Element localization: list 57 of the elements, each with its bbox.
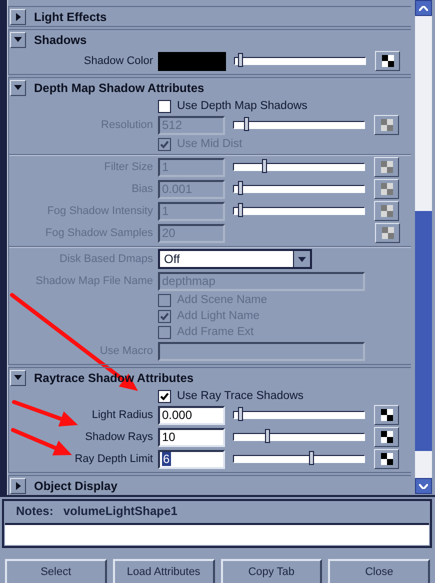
checker-icon — [380, 161, 392, 173]
slider-thumb[interactable] — [265, 429, 270, 443]
annotation-arrow — [11, 428, 72, 456]
expand-toggle[interactable] — [10, 80, 26, 96]
checkbox-label: Use Ray Trace Shadows — [177, 390, 304, 402]
checker-icon — [380, 431, 392, 443]
slider-thumb[interactable] — [238, 407, 243, 421]
number-field[interactable]: 6 — [158, 450, 225, 468]
caret-down-icon — [14, 85, 22, 90]
section-title: Shadows — [34, 32, 87, 46]
checker-icon — [380, 119, 392, 131]
slider-thumb[interactable] — [238, 53, 242, 67]
map-button[interactable] — [374, 427, 399, 447]
field-label: Light Radius — [90, 409, 153, 421]
field-label: Ray Depth Limit — [74, 453, 153, 465]
checker-icon — [380, 205, 392, 217]
map-button[interactable] — [374, 449, 399, 469]
checker-icon — [380, 409, 392, 421]
number-field[interactable]: 10 — [158, 428, 225, 446]
scrollbar[interactable] — [415, 0, 432, 494]
expand-toggle[interactable] — [10, 478, 26, 494]
slider-thumb[interactable] — [309, 451, 314, 465]
checkbox[interactable] — [158, 390, 171, 402]
caret-icon — [298, 256, 306, 262]
caret-right-icon — [16, 12, 20, 20]
checker-icon — [382, 55, 394, 67]
expand-toggle[interactable] — [10, 8, 26, 24]
node-name: volumeLightShape1 — [63, 504, 178, 518]
map-button[interactable] — [375, 51, 400, 71]
caret-right-icon — [16, 482, 20, 490]
action-button[interactable]: Copy Tab — [220, 559, 322, 583]
map-button[interactable] — [374, 405, 399, 425]
expand-toggle[interactable] — [10, 32, 26, 48]
number-field[interactable]: 0.000 — [158, 406, 225, 424]
color-swatch[interactable] — [158, 52, 226, 70]
caret-down-icon — [14, 37, 22, 42]
checkbox-label: Use Depth Map Shadows — [177, 100, 308, 112]
notes-label: Notes: — [16, 504, 54, 518]
field-label: Shadow Color — [82, 55, 153, 67]
checker-icon — [380, 183, 392, 195]
checker-icon — [380, 453, 392, 465]
section-title: Light Effects — [34, 10, 107, 24]
checker-icon — [382, 227, 394, 239]
action-button[interactable]: Select — [5, 559, 107, 583]
caret-down-icon — [14, 375, 22, 380]
checkmark-icon — [160, 392, 169, 400]
expand-toggle[interactable] — [10, 370, 26, 386]
action-button[interactable]: Load Attributes — [112, 559, 214, 583]
notes-field[interactable] — [5, 523, 429, 545]
checkmark-icon — [160, 140, 169, 148]
checkbox[interactable] — [158, 100, 171, 112]
field-label: Shadow Rays — [84, 431, 153, 443]
annotation-arrow — [12, 400, 78, 426]
section-title: Object Display — [34, 478, 118, 492]
action-button[interactable]: Close — [328, 559, 430, 583]
checkmark-icon — [160, 312, 169, 320]
section-title: Depth Map Shadow Attributes — [34, 80, 204, 94]
